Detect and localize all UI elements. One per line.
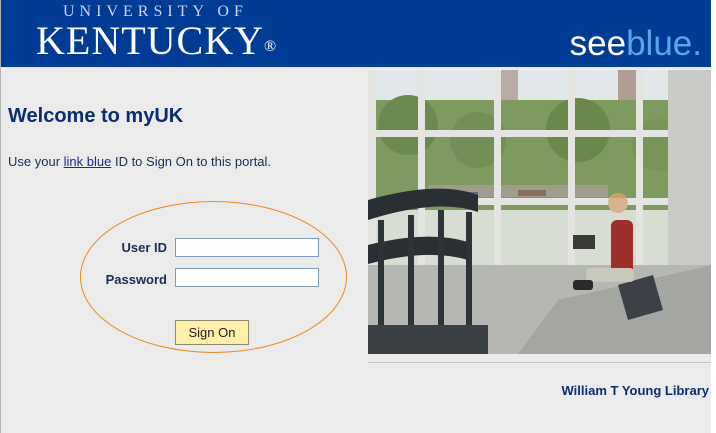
user-id-label: User ID — [121, 240, 167, 255]
intro-text: Use your link blue ID to Sign On to this… — [8, 154, 271, 169]
welcome-heading: Welcome to myUK — [8, 105, 184, 127]
password-input[interactable] — [175, 268, 319, 287]
library-photo-graphic — [368, 70, 712, 354]
password-label: Password — [105, 272, 167, 287]
intro-prefix: Use your — [8, 154, 64, 169]
uk-header-banner: UNIVERSITY OF KENTUCKY® seeblue. — [1, 0, 714, 67]
user-id-input[interactable] — [175, 238, 319, 257]
blue-text: blue. — [626, 24, 702, 63]
intro-suffix: ID to Sign On to this portal. — [111, 154, 272, 169]
page-frame: UNIVERSITY OF KENTUCKY® seeblue. Welcome… — [0, 0, 716, 433]
right-margin — [711, 0, 716, 433]
library-photo — [368, 70, 712, 354]
trademark-symbol: ® — [263, 38, 278, 55]
caption-divider — [368, 362, 712, 363]
see-text: see — [569, 24, 627, 63]
photo-caption: William T Young Library — [561, 383, 709, 398]
kentucky-text: KENTUCKY — [36, 18, 264, 63]
kentucky-wordmark: KENTUCKY® — [36, 19, 277, 63]
link-blue-link[interactable]: link blue — [64, 154, 112, 169]
sign-on-button[interactable]: Sign On — [175, 320, 249, 345]
see-blue-logo: seeblue. — [570, 24, 702, 64]
